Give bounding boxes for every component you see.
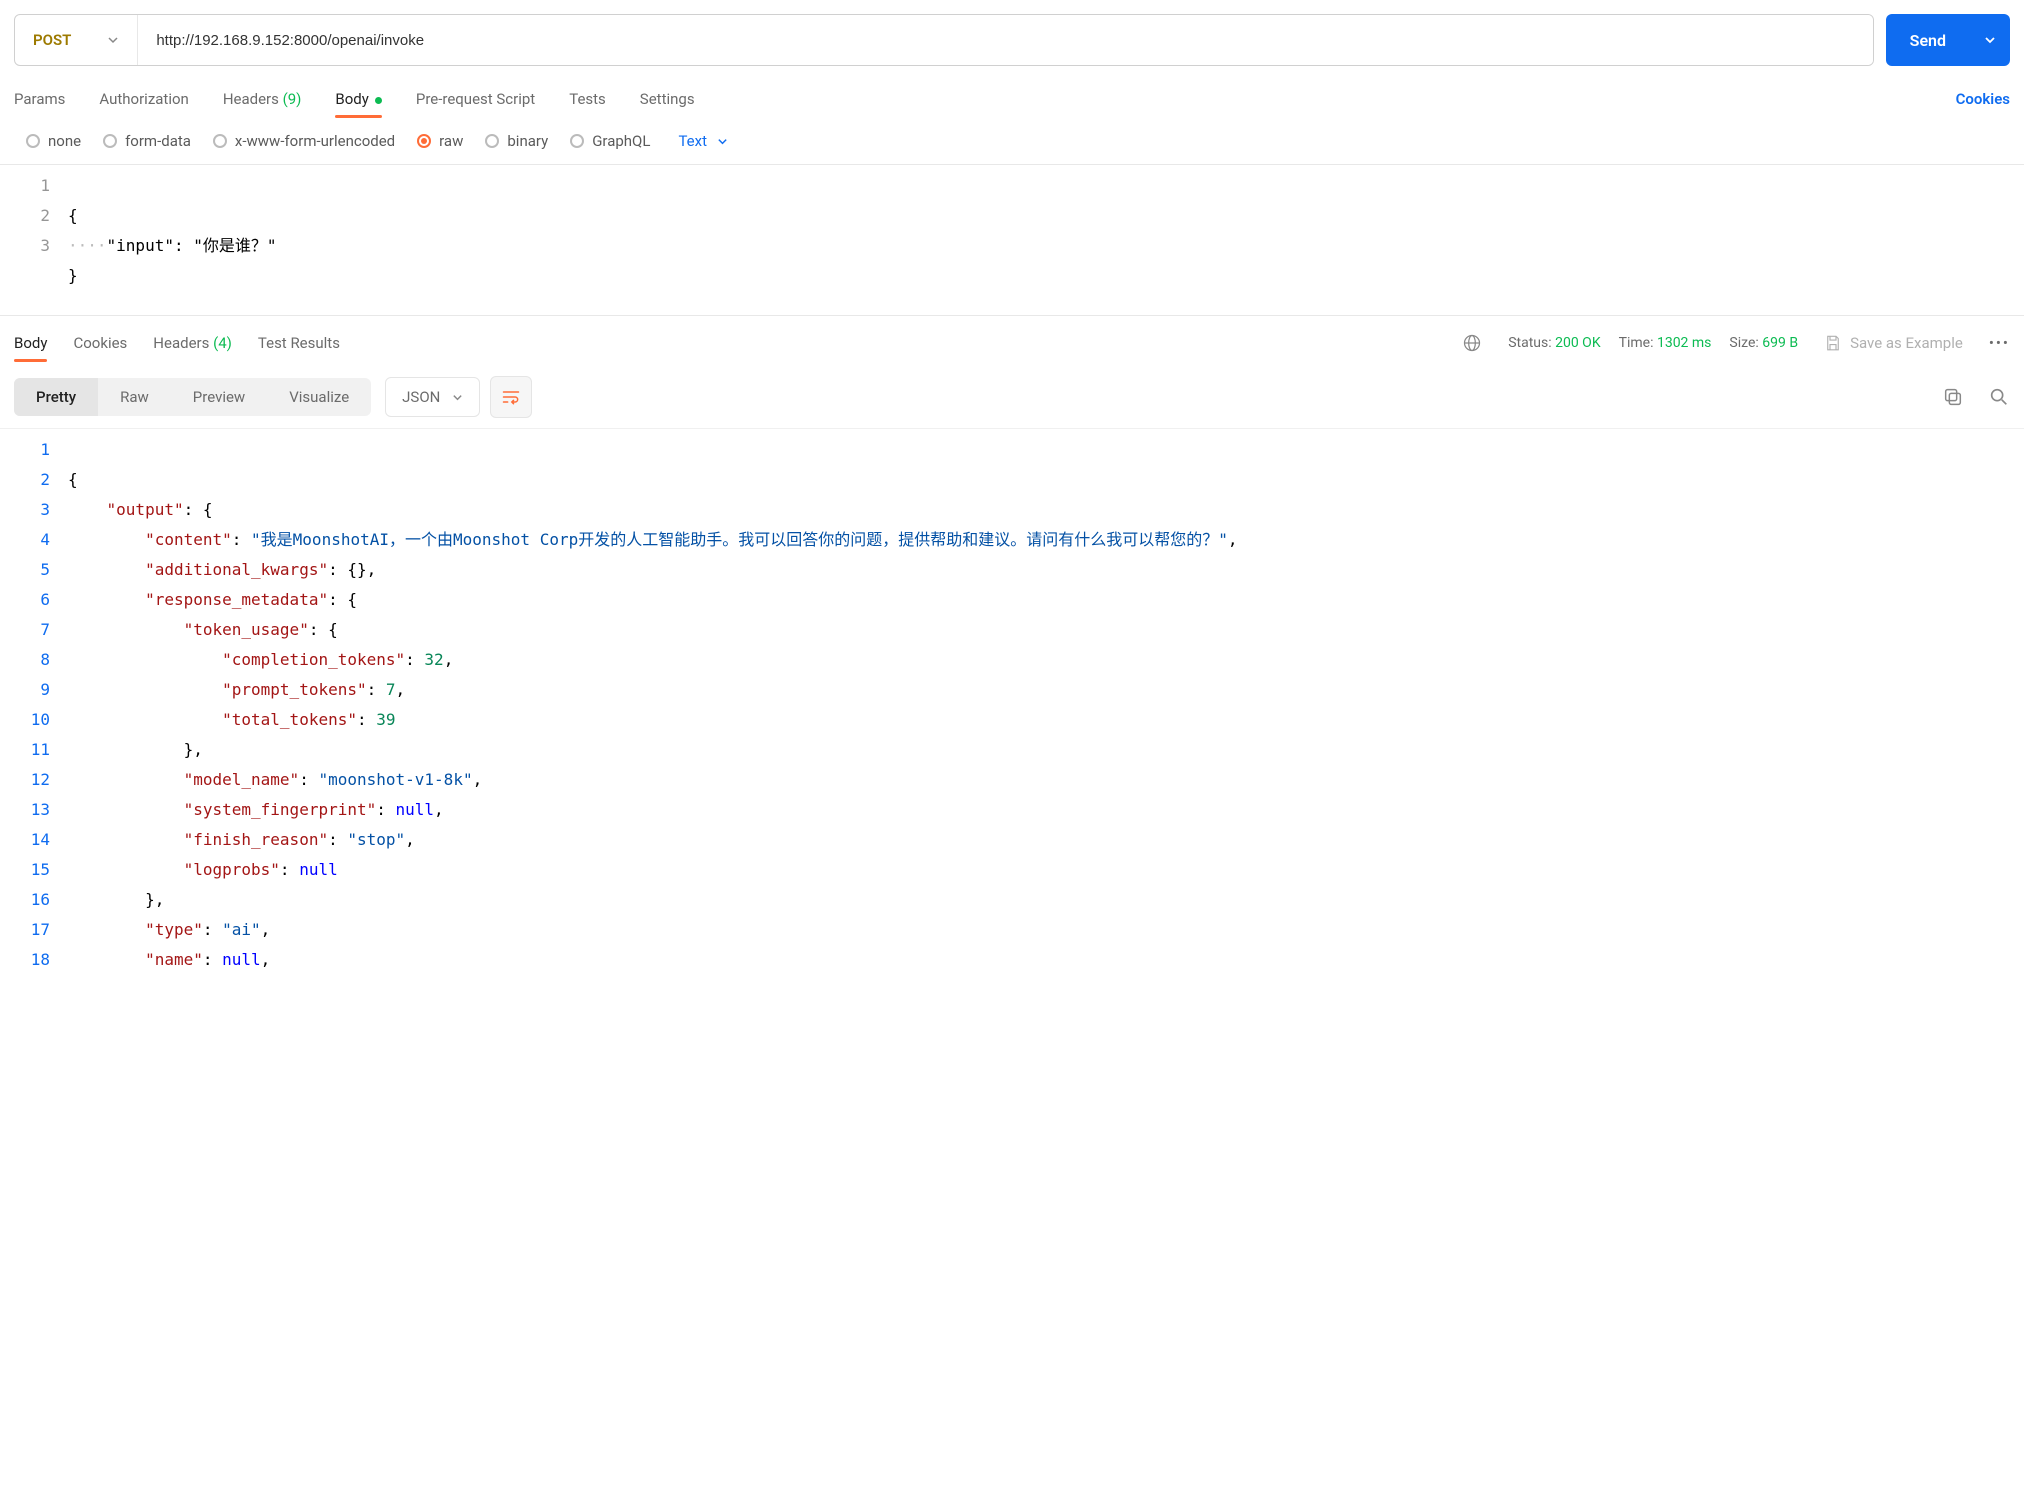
tab-prerequest[interactable]: Pre-request Script xyxy=(416,82,535,116)
send-button-label: Send xyxy=(1886,31,1970,50)
chevron-down-icon xyxy=(717,136,728,147)
body-type-row: none form-data x-www-form-urlencoded raw… xyxy=(0,116,2024,164)
radio-binary[interactable]: binary xyxy=(485,132,548,150)
method-label: POST xyxy=(33,31,71,49)
view-preview[interactable]: Preview xyxy=(171,378,267,416)
tab-params[interactable]: Params xyxy=(14,82,65,116)
tab-body[interactable]: Body xyxy=(335,82,381,116)
raw-format-select[interactable]: Text xyxy=(678,132,728,150)
radio-icon xyxy=(570,134,584,148)
code-lines[interactable]: { ····"input": "你是谁？" } xyxy=(68,171,2024,315)
radio-icon xyxy=(485,134,499,148)
radio-none[interactable]: none xyxy=(26,132,81,150)
save-icon xyxy=(1824,334,1842,352)
modified-indicator-icon xyxy=(375,97,382,104)
radio-icon xyxy=(213,134,227,148)
resp-tab-headers[interactable]: Headers (4) xyxy=(153,326,232,360)
radio-icon xyxy=(26,134,40,148)
view-pretty[interactable]: Pretty xyxy=(14,378,98,416)
view-row: Pretty Raw Preview Visualize JSON xyxy=(0,362,2024,428)
response-format-select[interactable]: JSON xyxy=(385,377,480,417)
request-body-editor[interactable]: 123 { ····"input": "你是谁？" } xyxy=(0,164,2024,315)
response-body: 1234567891011121314151617181920212223 { … xyxy=(0,428,2024,969)
line-gutter: 123 xyxy=(0,171,68,315)
radio-raw[interactable]: raw xyxy=(417,132,463,150)
status-group: Status: 200 OK Time: 1302 ms Size: 699 B xyxy=(1508,335,1798,351)
radio-icon xyxy=(103,134,117,148)
view-tabs: Pretty Raw Preview Visualize xyxy=(14,378,371,416)
view-icons xyxy=(1942,386,2010,408)
wrap-icon xyxy=(501,387,521,407)
search-icon[interactable] xyxy=(1988,386,2010,408)
resp-tab-body[interactable]: Body xyxy=(14,326,47,360)
url-group: POST xyxy=(14,14,1874,66)
line-gutter: 1234567891011121314151617181920212223 xyxy=(0,435,68,969)
chevron-down-icon xyxy=(452,392,463,403)
resp-tab-testresults[interactable]: Test Results xyxy=(258,326,340,360)
globe-icon[interactable] xyxy=(1462,333,1482,353)
response-header: Body Cookies Headers (4) Test Results St… xyxy=(0,315,2024,362)
tab-tests[interactable]: Tests xyxy=(569,82,606,116)
more-icon[interactable]: ••• xyxy=(1989,334,2010,352)
save-as-example[interactable]: Save as Example xyxy=(1824,334,1963,352)
chevron-down-icon xyxy=(107,34,119,46)
send-button-dropdown[interactable] xyxy=(1970,34,2010,46)
send-button[interactable]: Send xyxy=(1886,14,2010,66)
radio-formdata[interactable]: form-data xyxy=(103,132,191,150)
tab-headers[interactable]: Headers (9) xyxy=(223,82,302,116)
tab-authorization[interactable]: Authorization xyxy=(99,82,188,116)
radio-urlencoded[interactable]: x-www-form-urlencoded xyxy=(213,132,395,150)
view-raw[interactable]: Raw xyxy=(98,378,171,416)
view-visualize[interactable]: Visualize xyxy=(267,378,371,416)
url-input[interactable] xyxy=(138,15,1872,65)
request-tabs: Params Authorization Headers (9) Body Pr… xyxy=(0,76,2024,116)
wrap-lines-button[interactable] xyxy=(490,376,532,418)
tab-settings[interactable]: Settings xyxy=(640,82,695,116)
request-bar: POST Send xyxy=(0,0,2024,76)
chevron-down-icon xyxy=(1984,34,1996,46)
method-select[interactable]: POST xyxy=(15,15,138,65)
radio-icon xyxy=(417,134,431,148)
response-code-lines[interactable]: { "output": { "content": "我是MoonshotAI，一… xyxy=(68,435,2024,969)
radio-graphql[interactable]: GraphQL xyxy=(570,132,650,150)
resp-tab-cookies[interactable]: Cookies xyxy=(73,326,127,360)
cookies-link[interactable]: Cookies xyxy=(1956,90,2010,108)
copy-icon[interactable] xyxy=(1942,386,1964,408)
